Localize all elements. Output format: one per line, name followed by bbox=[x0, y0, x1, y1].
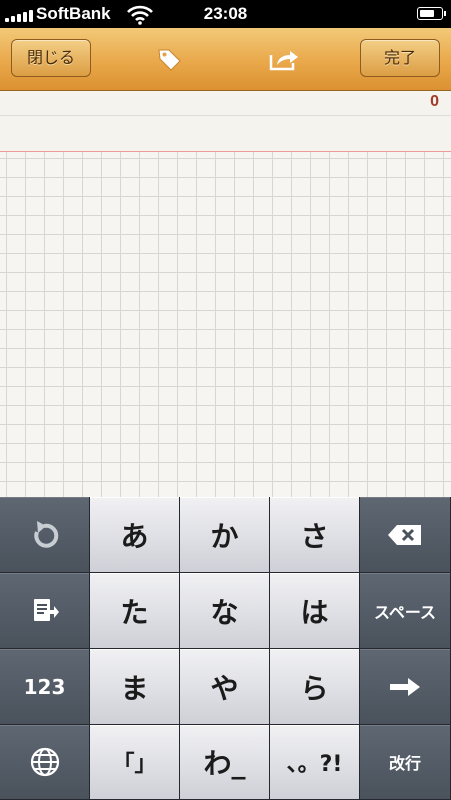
space-key[interactable]: スペース bbox=[360, 573, 451, 649]
globe-icon bbox=[30, 747, 59, 777]
globe-key[interactable] bbox=[0, 725, 90, 800]
key-na[interactable]: な bbox=[180, 573, 270, 649]
tag-icon[interactable] bbox=[156, 46, 182, 72]
undo-icon bbox=[33, 520, 58, 548]
key-ha[interactable]: は bbox=[270, 573, 360, 649]
done-button[interactable]: 完了 bbox=[360, 39, 440, 77]
note-text-area[interactable] bbox=[0, 152, 451, 497]
key-brackets[interactable]: 「」 bbox=[90, 725, 180, 800]
key-wa[interactable]: わ_ bbox=[180, 725, 270, 800]
note-toolbar: 閉じる 完了 bbox=[0, 28, 451, 91]
battery-icon bbox=[417, 7, 446, 20]
japanese-kana-keyboard: あ か さ た な は スペース 123 ま や ら 「」 わ_ 、。?! 改行 bbox=[0, 497, 451, 800]
key-ta[interactable]: た bbox=[90, 573, 180, 649]
header-rule bbox=[0, 115, 451, 116]
key-ma[interactable]: ま bbox=[90, 649, 180, 725]
character-count: 0 bbox=[430, 93, 439, 110]
battery-level bbox=[420, 10, 435, 17]
paste-key[interactable] bbox=[0, 573, 90, 649]
delete-icon bbox=[388, 524, 421, 545]
undo-key[interactable] bbox=[0, 497, 90, 573]
numbers-key[interactable]: 123 bbox=[0, 649, 90, 725]
close-button[interactable]: 閉じる bbox=[11, 39, 91, 77]
key-ra[interactable]: ら bbox=[270, 649, 360, 725]
return-key[interactable]: 改行 bbox=[360, 725, 451, 800]
delete-key[interactable] bbox=[360, 497, 451, 573]
share-icon[interactable] bbox=[268, 46, 300, 72]
note-header: 0 bbox=[0, 91, 451, 152]
paste-icon bbox=[33, 598, 59, 621]
key-punctuation[interactable]: 、。?! bbox=[270, 725, 360, 800]
next-candidate-key[interactable] bbox=[360, 649, 451, 725]
clock: 23:08 bbox=[203, 4, 248, 23]
key-sa[interactable]: さ bbox=[270, 497, 360, 573]
right-arrow-icon bbox=[390, 677, 420, 696]
key-ya[interactable]: や bbox=[180, 649, 270, 725]
key-ka[interactable]: か bbox=[180, 497, 270, 573]
key-a[interactable]: あ bbox=[90, 497, 180, 573]
status-bar: SoftBank 23:08 bbox=[0, 0, 451, 28]
